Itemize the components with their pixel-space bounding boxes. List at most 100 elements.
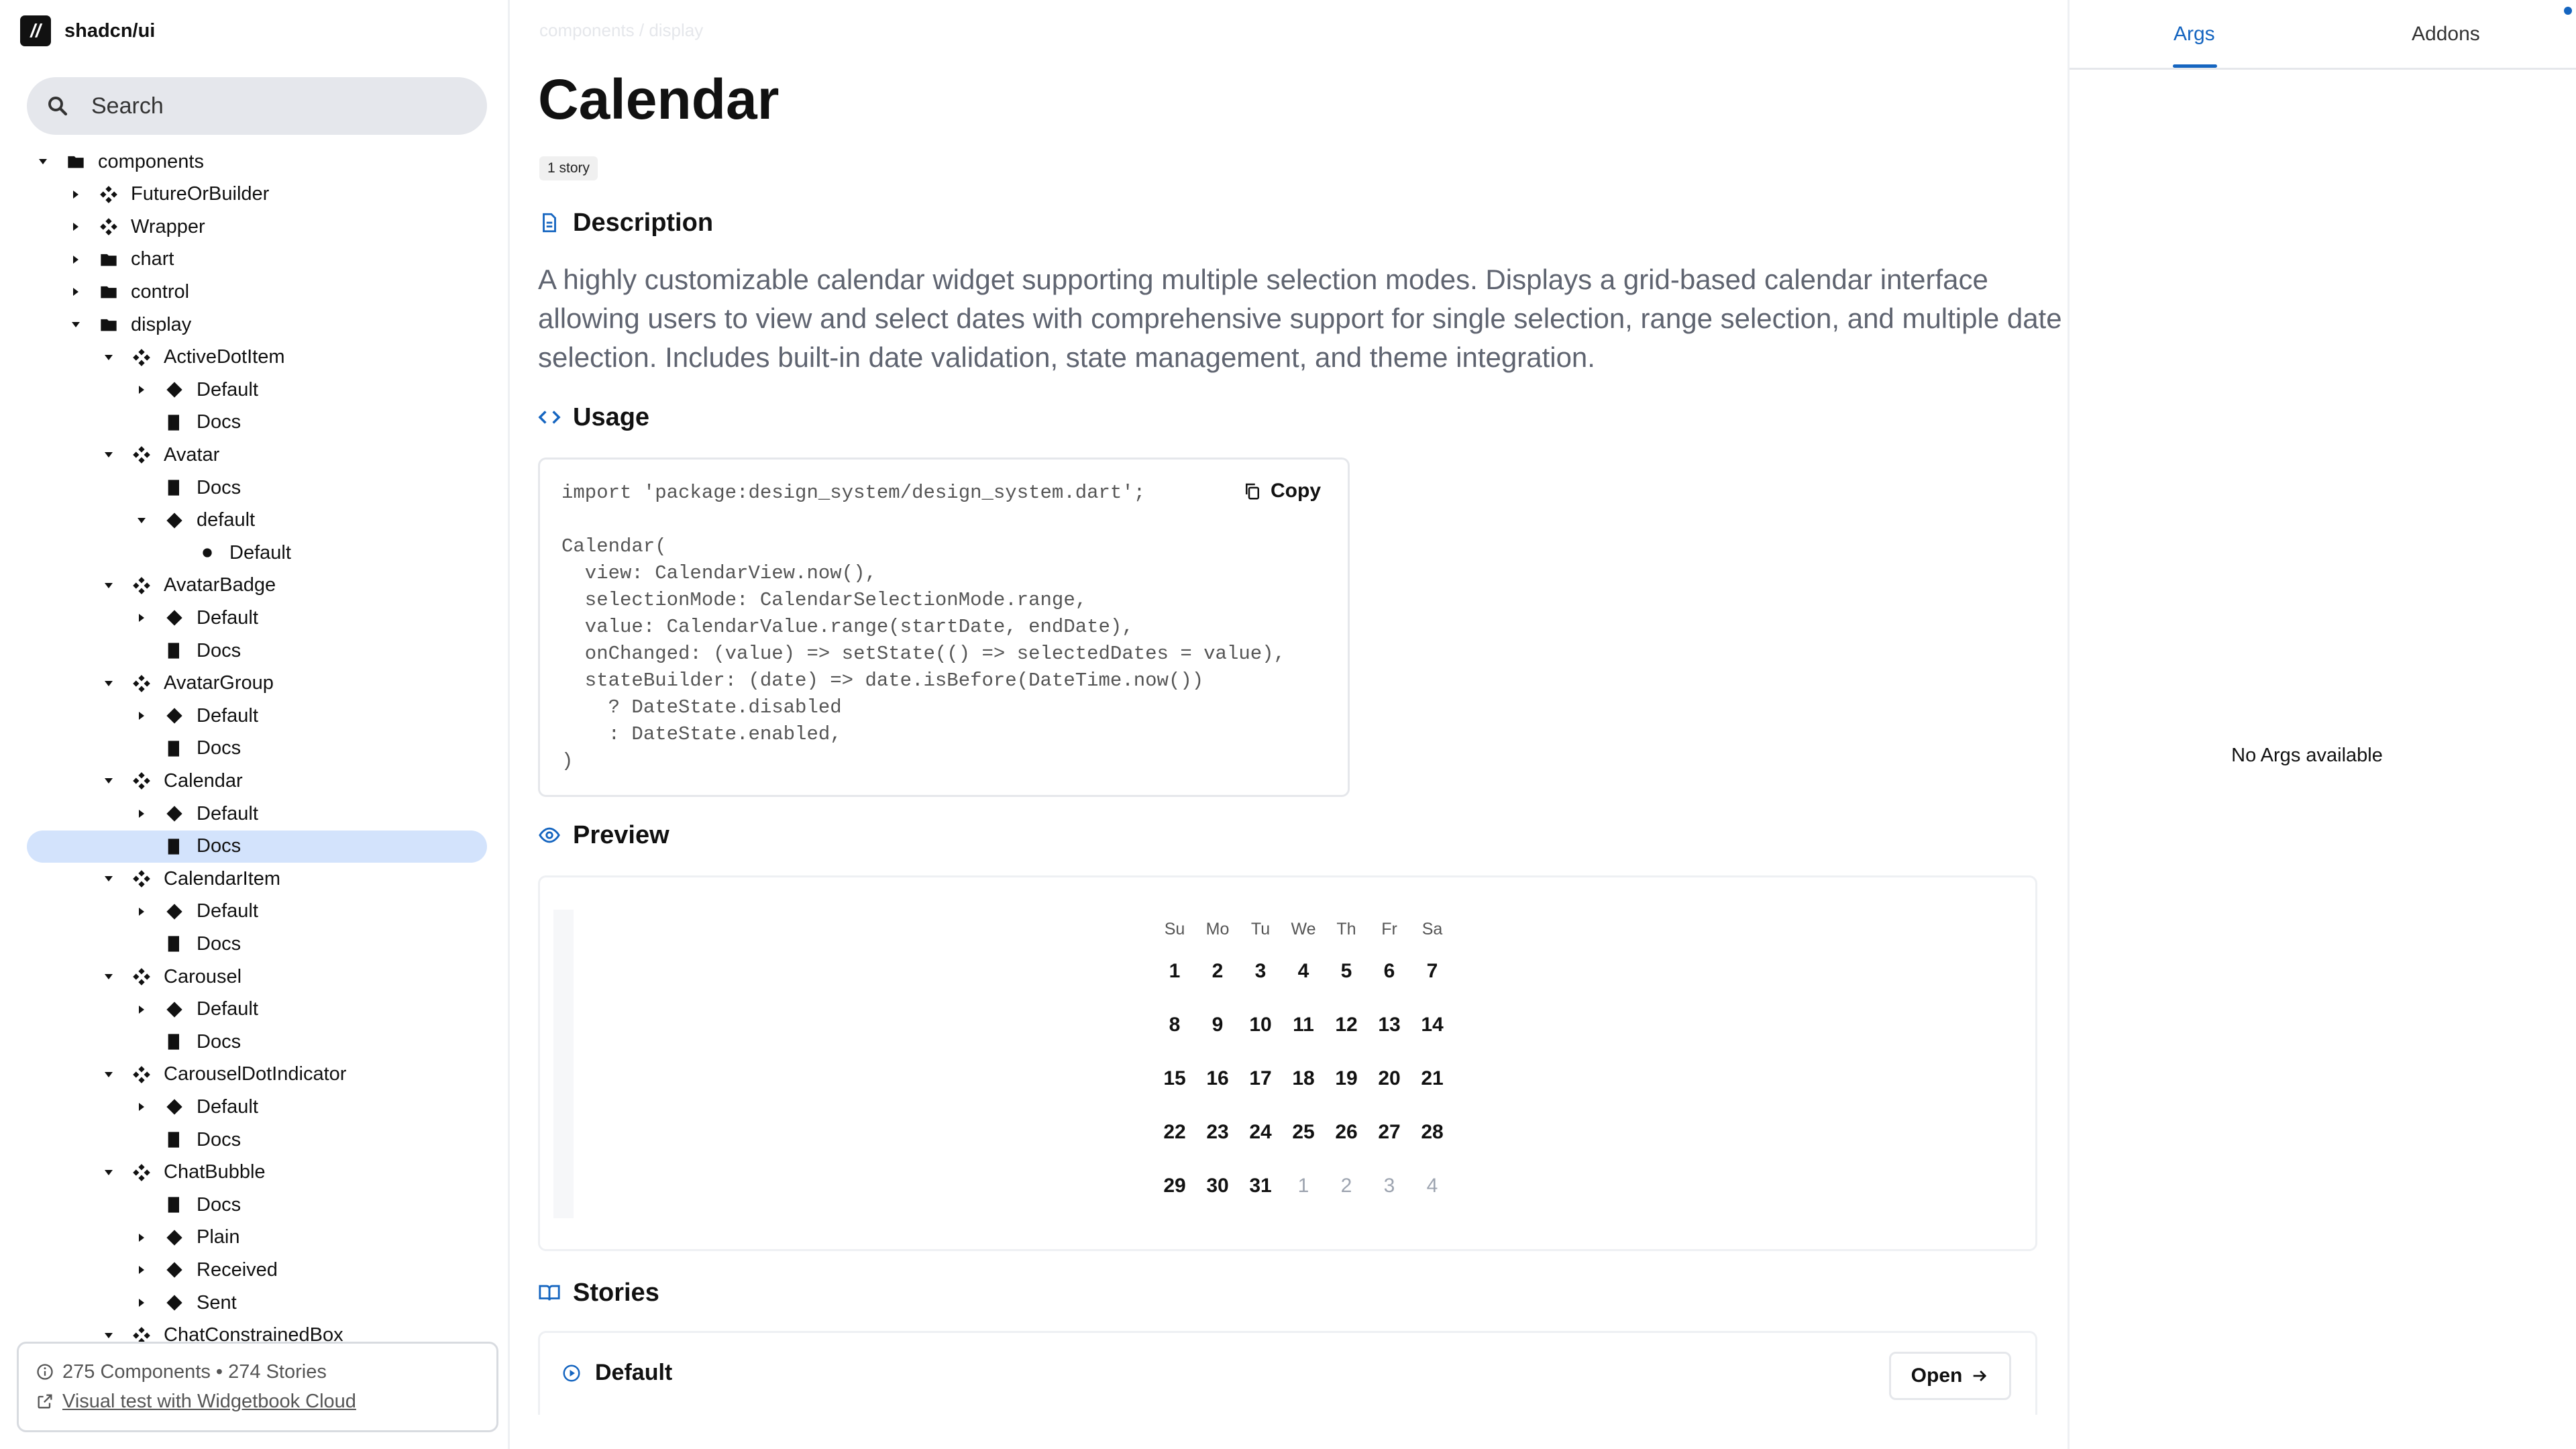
calendar-day[interactable]: 1: [1153, 945, 1196, 998]
tree-item-avatarbadge[interactable]: AvatarBadge: [27, 570, 487, 602]
tree-item-default[interactable]: Default: [27, 798, 487, 830]
tree-item-docs[interactable]: Docs: [27, 407, 487, 439]
tree-item-default[interactable]: Default: [27, 1091, 487, 1123]
caret-right-icon[interactable]: [69, 285, 83, 299]
tree-item-chart[interactable]: chart: [27, 244, 487, 276]
tree-item-default[interactable]: Default: [27, 537, 487, 569]
tree-item-avatar[interactable]: Avatar: [27, 439, 487, 471]
caret-right-icon[interactable]: [135, 383, 148, 396]
tree-item-default[interactable]: default: [27, 504, 487, 537]
calendar-day[interactable]: 8: [1153, 998, 1196, 1052]
calendar-day[interactable]: 7: [1411, 945, 1454, 998]
caret-down-icon[interactable]: [102, 351, 115, 364]
calendar-day[interactable]: 22: [1153, 1106, 1196, 1159]
calendar-day-outside[interactable]: 2: [1325, 1159, 1368, 1213]
calendar-day[interactable]: 23: [1196, 1106, 1239, 1159]
calendar-day[interactable]: 10: [1239, 998, 1282, 1052]
calendar-day[interactable]: 27: [1368, 1106, 1411, 1159]
tree-item-carousel[interactable]: Carousel: [27, 961, 487, 993]
caret-right-icon[interactable]: [135, 1231, 148, 1244]
calendar-day-outside[interactable]: 3: [1368, 1159, 1411, 1213]
tree-item-control[interactable]: control: [27, 276, 487, 308]
tree-item-carouseldotindicator[interactable]: CarouselDotIndicator: [27, 1059, 487, 1091]
calendar-day[interactable]: 26: [1325, 1106, 1368, 1159]
calendar-day[interactable]: 13: [1368, 998, 1411, 1052]
calendar-day[interactable]: 24: [1239, 1106, 1282, 1159]
tree-item-docs[interactable]: Docs: [27, 1189, 487, 1221]
tree-item-docs[interactable]: Docs: [27, 635, 487, 667]
tree-item-docs[interactable]: Docs: [27, 1124, 487, 1156]
tree-item-default[interactable]: Default: [27, 374, 487, 406]
calendar-day[interactable]: 18: [1282, 1052, 1325, 1106]
copy-button[interactable]: Copy: [1242, 480, 1321, 502]
caret-right-icon[interactable]: [69, 188, 83, 201]
caret-right-icon[interactable]: [135, 905, 148, 918]
caret-right-icon[interactable]: [135, 807, 148, 820]
calendar-day-outside[interactable]: 1: [1282, 1159, 1325, 1213]
tree-item-default[interactable]: Default: [27, 602, 487, 634]
tree-item-calendaritem[interactable]: CalendarItem: [27, 863, 487, 895]
tree-item-wrapper[interactable]: Wrapper: [27, 211, 487, 243]
tree-item-default[interactable]: Default: [27, 700, 487, 732]
tree-item-plain[interactable]: Plain: [27, 1222, 487, 1254]
calendar-day[interactable]: 11: [1282, 998, 1325, 1052]
calendar-day[interactable]: 4: [1282, 945, 1325, 998]
tree-item-docs[interactable]: Docs: [27, 1026, 487, 1058]
calendar-day[interactable]: 3: [1239, 945, 1282, 998]
caret-down-icon[interactable]: [102, 1068, 115, 1081]
tree-item-docs[interactable]: Docs: [27, 733, 487, 765]
tab-args[interactable]: Args: [2174, 23, 2215, 46]
tree-item-components[interactable]: components: [27, 155, 487, 178]
caret-down-icon[interactable]: [102, 1329, 115, 1342]
tree-item-docs[interactable]: Docs: [27, 830, 487, 863]
tree-item-chatbubble[interactable]: ChatBubble: [27, 1157, 487, 1189]
tree-item-avatargroup[interactable]: AvatarGroup: [27, 667, 487, 700]
calendar-day[interactable]: 6: [1368, 945, 1411, 998]
caret-right-icon[interactable]: [135, 1003, 148, 1016]
tree-item-chatconstrainedbox[interactable]: ChatConstrainedBox: [27, 1320, 487, 1342]
tree-item-activedotitem[interactable]: ActiveDotItem: [27, 341, 487, 374]
calendar-day[interactable]: 16: [1196, 1052, 1239, 1106]
breadcrumb[interactable]: components / display: [539, 20, 703, 41]
caret-right-icon[interactable]: [135, 1296, 148, 1309]
tree-item-default[interactable]: Default: [27, 896, 487, 928]
tree-item-docs[interactable]: Docs: [27, 928, 487, 960]
tree-item-received[interactable]: Received: [27, 1254, 487, 1286]
widgetbook-cloud-link[interactable]: Visual test with Widgetbook Cloud: [62, 1391, 356, 1413]
caret-down-icon[interactable]: [36, 155, 50, 168]
caret-down-icon[interactable]: [135, 514, 148, 527]
caret-right-icon[interactable]: [69, 253, 83, 266]
caret-down-icon[interactable]: [102, 579, 115, 592]
caret-down-icon[interactable]: [102, 970, 115, 983]
open-story-button[interactable]: Open: [1889, 1352, 2011, 1400]
calendar-day[interactable]: 9: [1196, 998, 1239, 1052]
caret-right-icon[interactable]: [135, 1263, 148, 1277]
story-default[interactable]: Default: [561, 1360, 672, 1386]
caret-down-icon[interactable]: [69, 318, 83, 331]
tab-addons[interactable]: Addons: [2412, 23, 2480, 46]
calendar-day[interactable]: 12: [1325, 998, 1368, 1052]
calendar-day[interactable]: 19: [1325, 1052, 1368, 1106]
caret-down-icon[interactable]: [102, 1166, 115, 1179]
tree-item-display[interactable]: display: [27, 309, 487, 341]
caret-down-icon[interactable]: [102, 774, 115, 788]
calendar-day[interactable]: 15: [1153, 1052, 1196, 1106]
brand[interactable]: // shadcn/ui: [20, 13, 155, 48]
caret-down-icon[interactable]: [102, 872, 115, 885]
calendar-day[interactable]: 30: [1196, 1159, 1239, 1213]
caret-right-icon[interactable]: [135, 611, 148, 625]
calendar-day[interactable]: 5: [1325, 945, 1368, 998]
tree-item-futureorbuilder[interactable]: FutureOrBuilder: [27, 178, 487, 211]
caret-down-icon[interactable]: [102, 448, 115, 462]
tree-item-calendar[interactable]: Calendar: [27, 765, 487, 797]
tree-item-docs[interactable]: Docs: [27, 472, 487, 504]
code-snippet[interactable]: import 'package:design_system/design_sys…: [561, 480, 1285, 775]
calendar-day[interactable]: 28: [1411, 1106, 1454, 1159]
caret-right-icon[interactable]: [135, 709, 148, 722]
calendar-day[interactable]: 17: [1239, 1052, 1282, 1106]
caret-down-icon[interactable]: [102, 677, 115, 690]
calendar-day[interactable]: 29: [1153, 1159, 1196, 1213]
calendar-day-outside[interactable]: 4: [1411, 1159, 1454, 1213]
search-input[interactable]: [91, 93, 467, 119]
caret-right-icon[interactable]: [69, 220, 83, 233]
